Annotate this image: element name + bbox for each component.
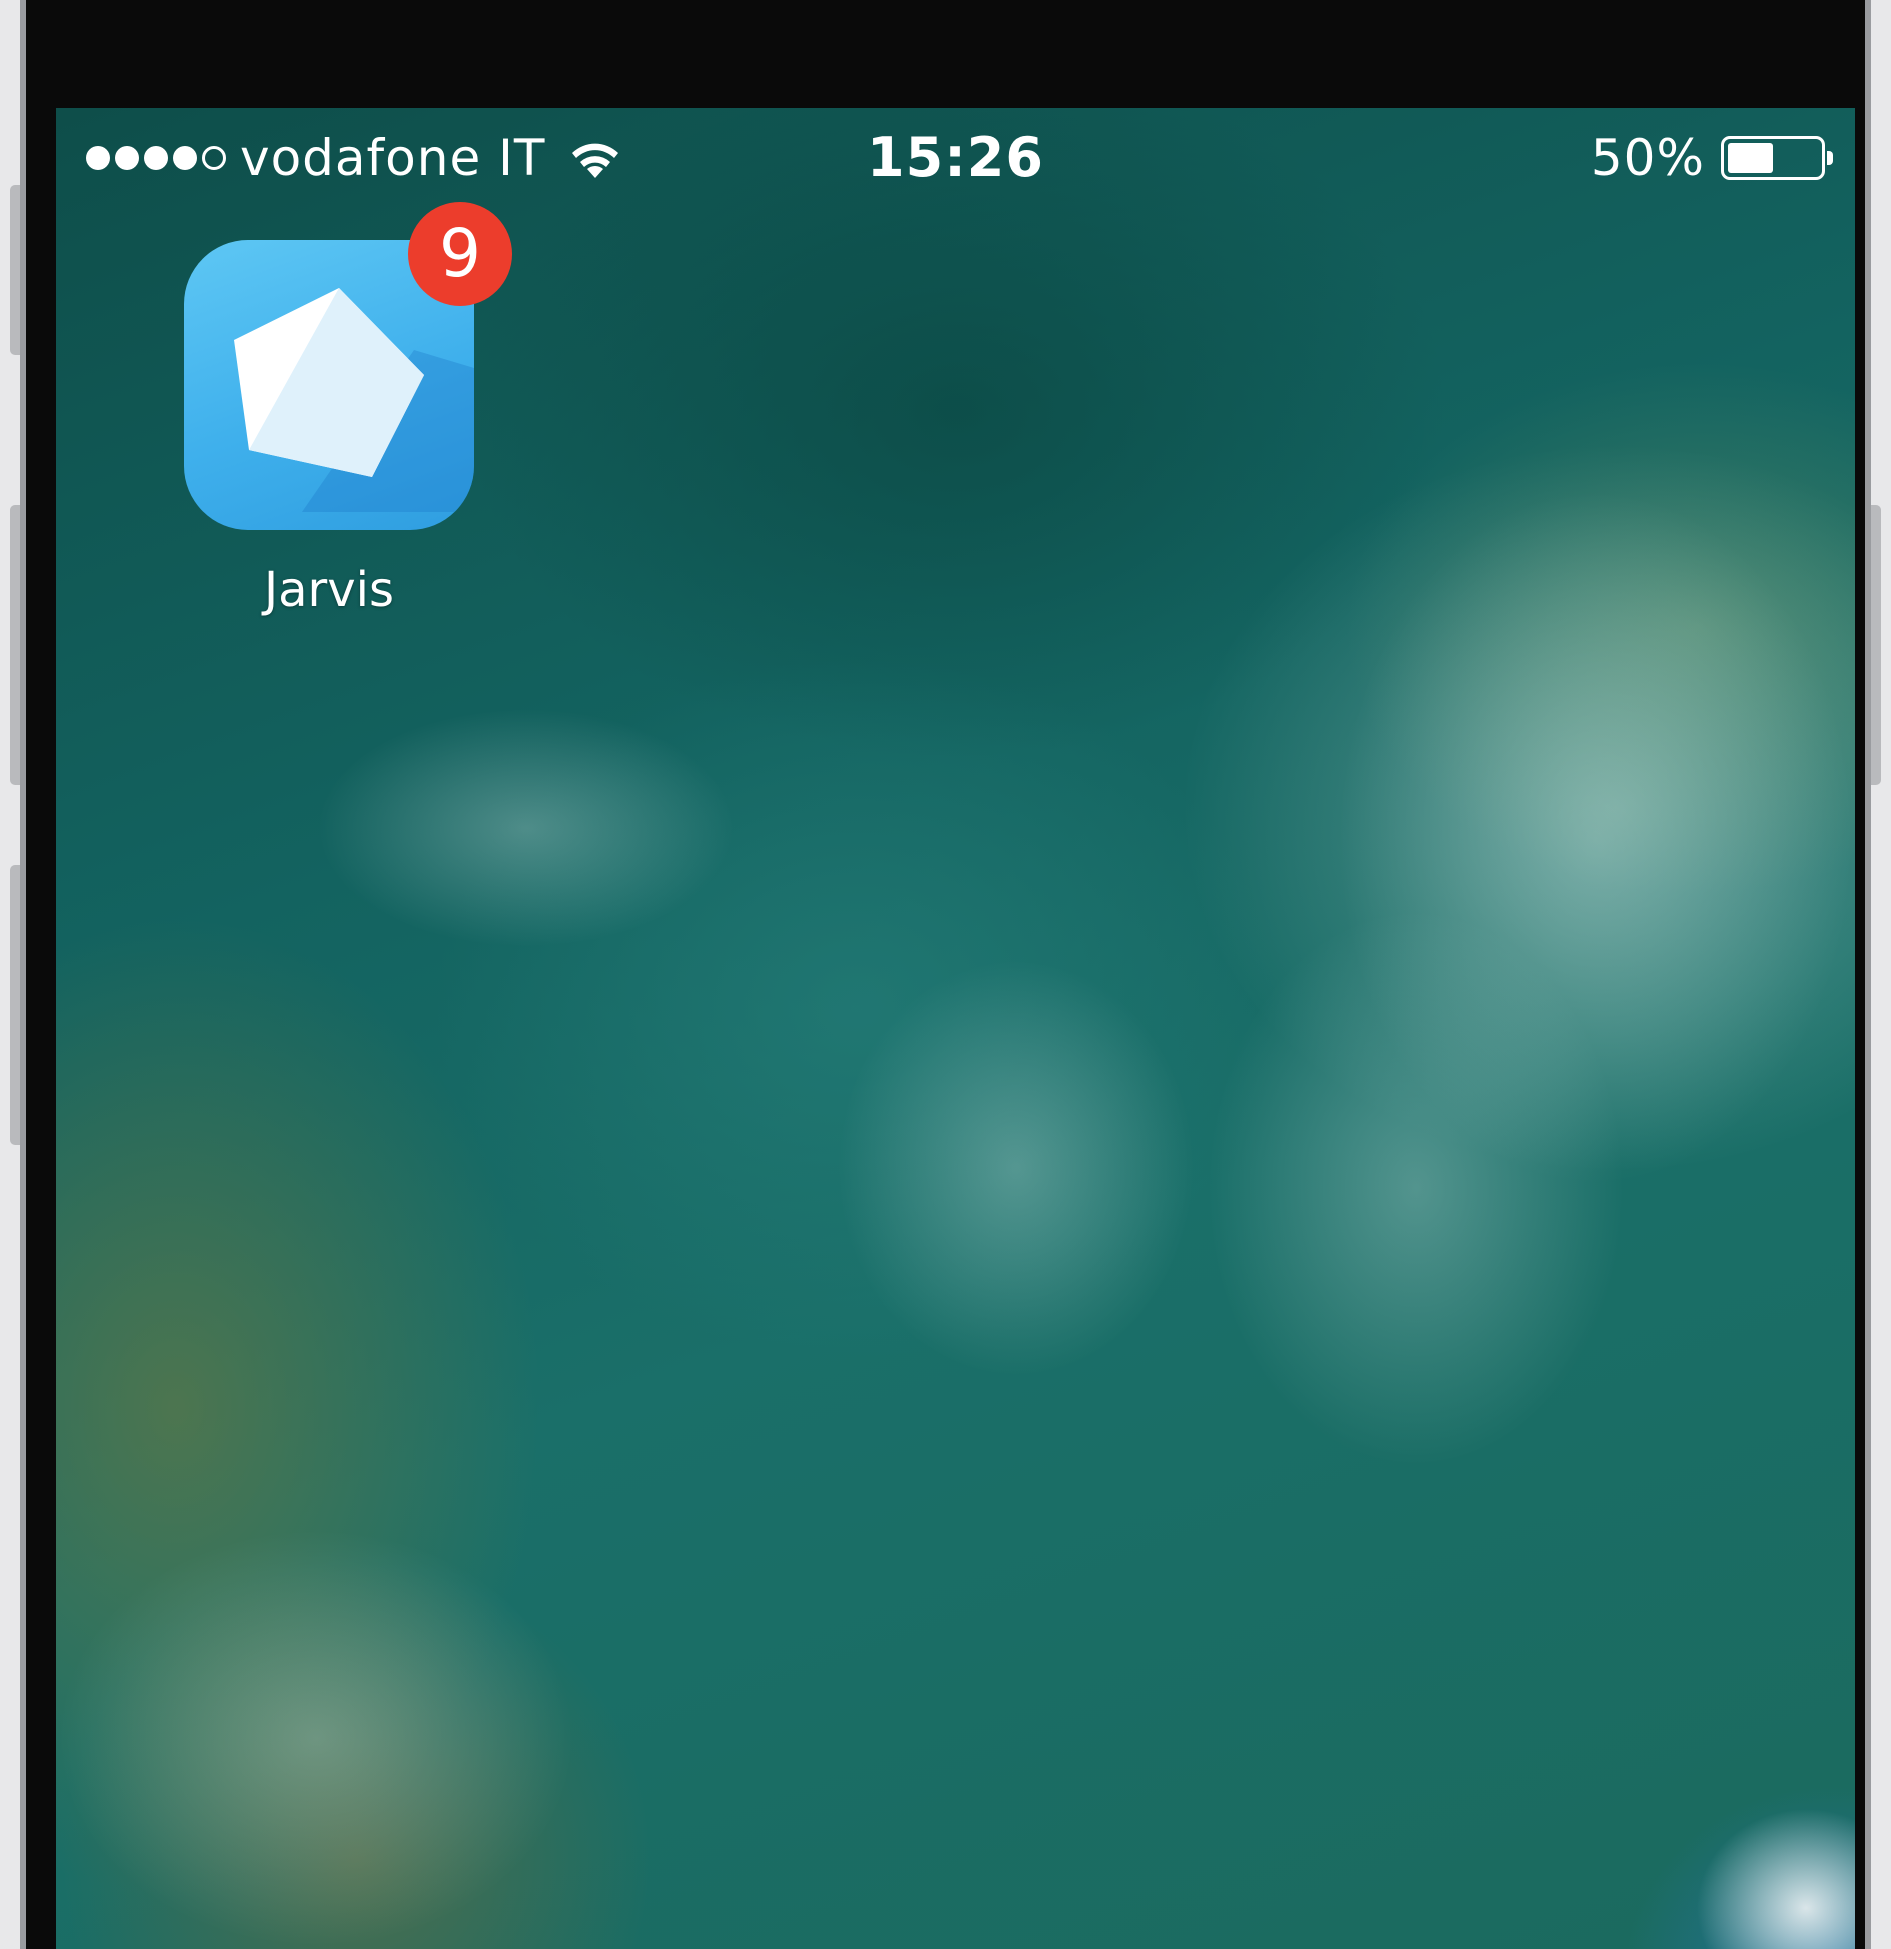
wallpaper-foam [316, 708, 736, 948]
side-button-left-2 [10, 505, 20, 785]
notification-badge: 9 [408, 202, 512, 306]
side-button-left-1 [10, 185, 20, 355]
side-button-right [1871, 505, 1881, 785]
battery-percentage: 50% [1590, 129, 1705, 187]
side-button-left-3 [10, 865, 20, 1145]
status-time: 15:26 [867, 126, 1044, 189]
app-icon-tile[interactable]: 9 [184, 202, 512, 530]
battery-terminal [1827, 151, 1833, 165]
battery-icon [1721, 136, 1833, 180]
battery-group: 50% [1590, 128, 1833, 188]
app-jarvis[interactable]: 9 Jarvis [184, 202, 512, 620]
wallpaper-foam [836, 958, 1196, 1378]
wallpaper-foam [1206, 908, 1626, 1468]
app-label: Jarvis [263, 562, 395, 618]
battery-level-fill [1728, 143, 1773, 173]
status-bar: vodafone IT 15:26 50% [56, 108, 1855, 208]
home-screen: vodafone IT 15:26 50% 9 Jarvis [56, 108, 1855, 1949]
wallpaper-foam [56, 1528, 576, 1948]
wallpaper-foam [1696, 1808, 1855, 1949]
